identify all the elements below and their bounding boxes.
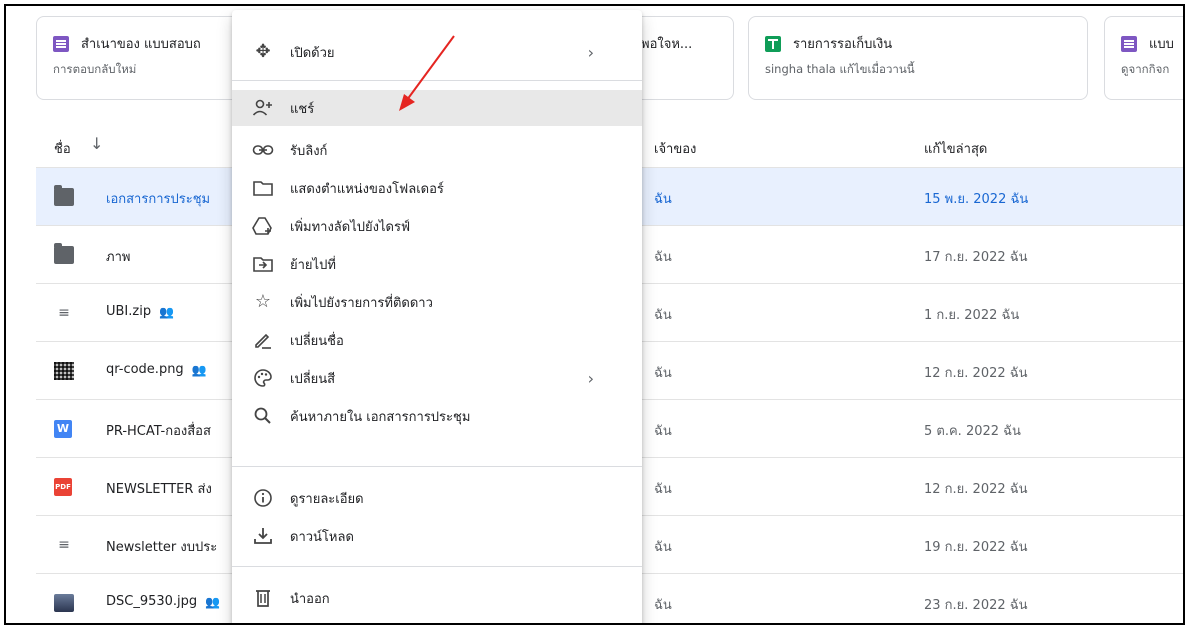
card-title: พอใจห... <box>641 37 693 52</box>
add-shortcut-icon <box>252 216 274 236</box>
sheets-icon <box>765 35 781 52</box>
palette-icon <box>252 368 274 388</box>
card-title: สำเนาของ แบบสอบถ <box>81 37 201 52</box>
file-name: UBI.zip <box>106 304 152 319</box>
search-icon <box>252 406 274 426</box>
word-icon: W <box>54 420 72 438</box>
file-owner: ฉัน <box>654 366 672 381</box>
file-modified: 19 ก.ย. 2022 ฉัน <box>924 540 1028 555</box>
menu-item-remove[interactable]: นำออก <box>232 580 642 616</box>
menu-item-move-to[interactable]: ย้ายไปที่ <box>232 246 642 282</box>
trash-icon <box>252 588 274 608</box>
sort-arrow-icon[interactable]: ↓ <box>90 134 103 153</box>
forms-icon <box>1121 35 1137 52</box>
drive-window: สำเนาของ แบบสอบถ การตอบกลับใหม่ พอใจห...… <box>4 4 1185 625</box>
star-icon: ☆ <box>254 291 272 312</box>
folder-icon <box>54 185 74 206</box>
menu-divider <box>232 466 642 467</box>
file-owner: ฉัน <box>654 250 672 265</box>
image-icon <box>54 362 74 380</box>
menu-item-label: แชร์ <box>290 101 315 117</box>
file-modified: 17 ก.ย. 2022 ฉัน <box>924 250 1028 265</box>
file-name: ภาพ <box>106 250 131 265</box>
menu-item-label: ดูรายละเอียด <box>290 491 364 507</box>
chevron-right-icon: › <box>587 368 594 388</box>
menu-item-label: ย้ายไปที่ <box>290 257 336 273</box>
card-subtitle: singha thala แก้ไขเมื่อวานนี้ <box>765 62 915 76</box>
forms-icon <box>53 35 69 52</box>
shared-icon: 👥 <box>205 594 221 609</box>
menu-item-rename[interactable]: เปลี่ยนชื่อ <box>232 322 642 358</box>
menu-divider <box>232 566 642 567</box>
pdf-icon: PDF <box>54 478 72 496</box>
file-name: PR-HCAT-กองสื่อส <box>106 424 211 439</box>
folder-outline-icon <box>252 178 274 198</box>
menu-item-open-with[interactable]: ✥ เปิดด้วย › <box>232 34 642 70</box>
menu-item-label: เปลี่ยนชื่อ <box>290 333 344 349</box>
menu-item-download[interactable]: ดาวน์โหลด <box>232 518 642 554</box>
shared-icon: 👥 <box>191 362 207 377</box>
menu-item-view-details[interactable]: ดูรายละเอียด <box>232 480 642 516</box>
menu-item-label: นำออก <box>290 591 330 607</box>
file-modified: 15 พ.ย. 2022 ฉัน <box>924 192 1029 207</box>
column-header-modified[interactable]: แก้ไขล่าสุด <box>924 138 987 159</box>
file-modified: 12 ก.ย. 2022 ฉัน <box>924 366 1028 381</box>
menu-item-add-shortcut[interactable]: เพิ่มทางลัดไปยังไดรฟ์ <box>232 208 642 244</box>
menu-item-label: ค้นหาภายใน เอกสารการประชุม <box>290 409 471 425</box>
file-name: qr-code.png <box>106 362 184 377</box>
file-owner: ฉัน <box>654 192 672 207</box>
shared-icon: 👥 <box>159 304 175 319</box>
download-icon <box>252 526 274 546</box>
menu-item-share[interactable]: แชร์ <box>232 90 642 126</box>
context-menu: ✥ เปิดด้วย › แชร์ รับลิงก์ แสดงตำแหน่งขอ… <box>232 10 642 623</box>
file-name: เอกสารการประชุม <box>106 192 211 207</box>
move-to-icon <box>252 254 274 274</box>
menu-item-add-to-starred[interactable]: ☆ เพิ่มไปยังรายการที่ติดดาว <box>232 284 642 320</box>
file-owner: ฉัน <box>654 540 672 555</box>
file-modified: 23 ก.ย. 2022 ฉัน <box>924 598 1028 613</box>
menu-item-label: เปลี่ยนสี <box>290 371 336 387</box>
card-subtitle: การตอบกลับใหม่ <box>53 62 137 76</box>
file-owner: ฉัน <box>654 598 672 613</box>
menu-item-label: รับลิงก์ <box>290 143 328 159</box>
column-header-owner[interactable]: เจ้าของ <box>654 138 696 159</box>
menu-divider <box>232 80 642 81</box>
menu-item-label: เพิ่มทางลัดไปยังไดรฟ์ <box>290 219 411 235</box>
zip-icon: ≡ <box>58 537 70 553</box>
chevron-right-icon: › <box>587 42 594 62</box>
file-modified: 1 ก.ย. 2022 ฉัน <box>924 308 1020 323</box>
menu-item-change-color[interactable]: เปลี่ยนสี › <box>232 360 642 396</box>
menu-item-search-within[interactable]: ค้นหาภายใน เอกสารการประชุม <box>232 398 642 434</box>
file-modified: 5 ต.ค. 2022 ฉัน <box>924 424 1021 439</box>
photo-icon <box>54 594 74 612</box>
quick-access-card[interactable]: รายการรอเก็บเงิน singha thala แก้ไขเมื่อ… <box>748 16 1088 100</box>
file-name: NEWSLETTER ส่ง <box>106 482 212 497</box>
column-header-name[interactable]: ชื่อ <box>54 138 71 159</box>
menu-item-label: เพิ่มไปยังรายการที่ติดดาว <box>290 295 433 311</box>
file-name: DSC_9530.jpg <box>106 594 198 609</box>
file-owner: ฉัน <box>654 482 672 497</box>
file-name: Newsletter งบประ <box>106 540 218 555</box>
person-add-icon <box>252 98 274 118</box>
link-icon <box>252 140 274 160</box>
card-title: แบบ <box>1149 37 1174 52</box>
card-title: รายการรอเก็บเงิน <box>793 37 893 52</box>
file-modified: 12 ก.ย. 2022 ฉัน <box>924 482 1028 497</box>
card-subtitle: ดูจากกิจก <box>1121 62 1170 76</box>
shared-folder-icon <box>54 243 74 264</box>
menu-item-label: ดาวน์โหลด <box>290 529 354 545</box>
menu-item-show-folder-location[interactable]: แสดงตำแหน่งของโฟลเดอร์ <box>232 170 642 206</box>
info-icon <box>252 488 274 508</box>
menu-item-get-link[interactable]: รับลิงก์ <box>232 132 642 168</box>
file-owner: ฉัน <box>654 424 672 439</box>
file-owner: ฉัน <box>654 308 672 323</box>
menu-item-label: เปิดด้วย <box>290 45 335 61</box>
menu-item-label: แสดงตำแหน่งของโฟลเดอร์ <box>290 181 444 197</box>
zip-icon: ≡ <box>58 305 70 321</box>
pencil-icon <box>252 330 274 350</box>
quick-access-card[interactable]: แบบ ดูจากกิจก <box>1104 16 1183 100</box>
move-icon: ✥ <box>255 41 271 62</box>
